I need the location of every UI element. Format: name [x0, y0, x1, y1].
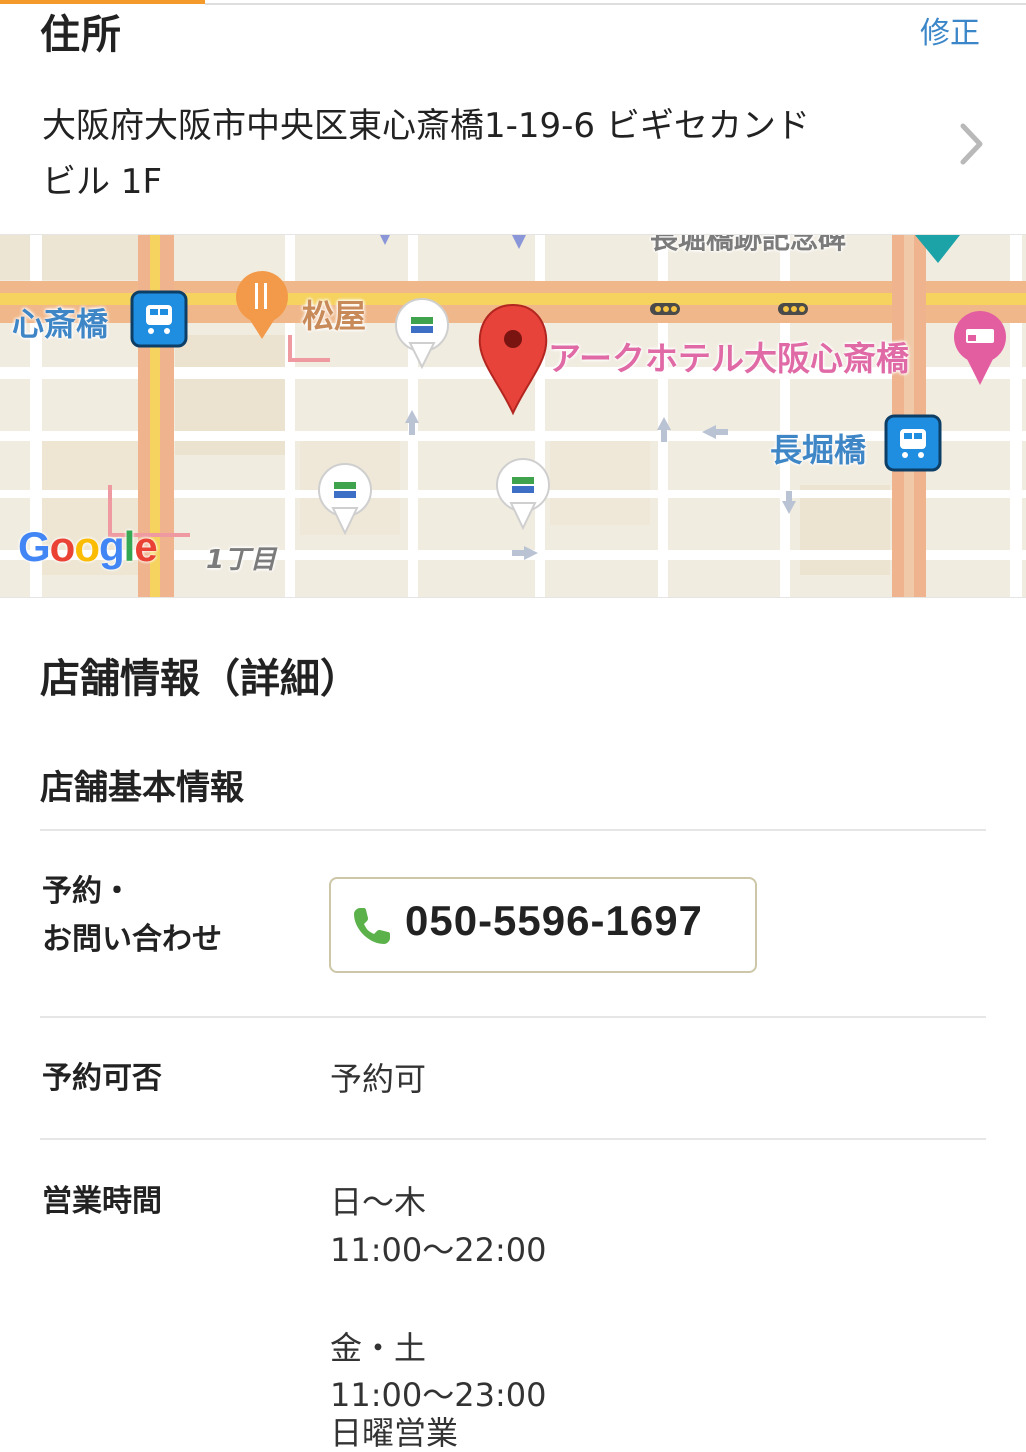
- map-label-nagahori: 長堀橋: [770, 431, 867, 469]
- divider: [40, 1016, 986, 1018]
- chevron-right-icon: [960, 123, 983, 165]
- hours-days-2: 金・土: [330, 1329, 427, 1367]
- map-label-shinsaibashi: 心斎橋: [12, 305, 109, 343]
- address-text: 大阪府大阪市中央区東心斎橋1-19-6 ビギセカンド ビル 1F: [42, 98, 922, 210]
- map-label-landmark: 長堀橋跡記念碑: [650, 234, 847, 255]
- hours-days-1: 日～木: [330, 1183, 427, 1221]
- address-row[interactable]: 大阪府大阪市中央区東心斎橋1-19-6 ビギセカンド ビル 1F: [0, 90, 1026, 230]
- map-label-district: 1丁目: [206, 545, 277, 575]
- reservation-value: 予約可: [330, 1060, 427, 1098]
- hours-time-2: 11:00～23:00: [330, 1376, 547, 1414]
- address-heading: 住所: [40, 12, 122, 58]
- address-line-1: 大阪府大阪市中央区東心斎橋1-19-6 ビギセカンド: [42, 106, 810, 146]
- hours-note: 日曜営業: [330, 1414, 459, 1452]
- divider: [40, 829, 986, 831]
- contact-label: 予約・ お問い合わせ: [42, 874, 222, 957]
- address-line-2: ビル 1F: [42, 162, 162, 202]
- google-logo: Google: [18, 523, 158, 570]
- map[interactable]: 長堀橋跡記念碑 心斎橋 松屋 アークホテル大阪心斎橋 長堀橋 1丁目 Googl…: [0, 234, 1026, 598]
- phone-call-button[interactable]: 050-5596-1697: [329, 877, 757, 973]
- reservation-label: 予約可否: [42, 1061, 162, 1096]
- edit-link[interactable]: 修正: [920, 8, 980, 52]
- store-detail-heading: 店舗情報（詳細）: [40, 656, 360, 702]
- phone-icon: [354, 908, 390, 944]
- divider: [40, 1138, 986, 1140]
- hours-time-1: 11:00～22:00: [330, 1231, 547, 1269]
- map-label-hotel: アークホテル大阪心斎橋: [548, 339, 910, 378]
- hours-value: 日～木 11:00～22:00 金・土 11:00～23:00 日曜営業: [330, 1178, 547, 1452]
- store-basic-info-heading: 店舗基本情報: [40, 768, 244, 808]
- hours-label: 営業時間: [42, 1184, 162, 1219]
- phone-number: 050-5596-1697: [405, 897, 703, 944]
- map-label-matsuya: 松屋: [302, 297, 367, 335]
- top-divider: [205, 3, 1026, 5]
